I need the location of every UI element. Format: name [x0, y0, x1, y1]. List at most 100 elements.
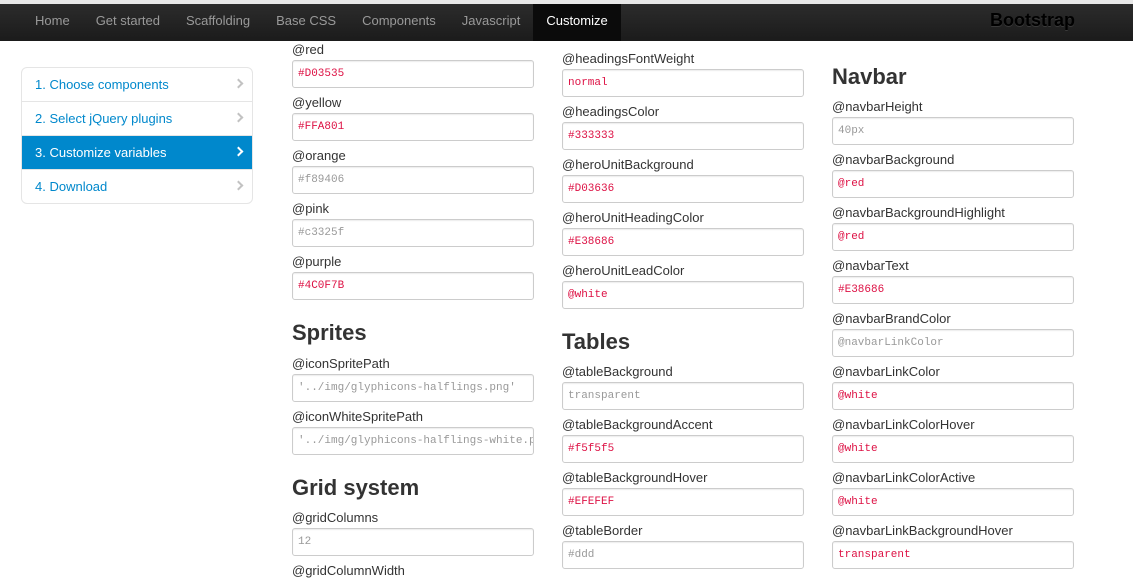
var-label: @tableBackgroundAccent: [562, 417, 713, 432]
var-input[interactable]: #D03535: [292, 60, 534, 88]
var-label: @yellow: [292, 95, 342, 110]
var-input[interactable]: 12: [292, 528, 534, 556]
var-label: @tableBackgroundHover: [562, 470, 708, 485]
var-headings-font-weight: @headingsFontWeight normal: [562, 51, 804, 97]
var-input[interactable]: @red: [832, 170, 1074, 198]
var-icon-sprite-path: @iconSpritePath '../img/glyphicons-halfl…: [292, 356, 534, 402]
var-navbar-background: @navbarBackground @red: [832, 152, 1074, 198]
var-input[interactable]: normal: [562, 69, 804, 97]
section-heading-tables: Tables: [562, 329, 631, 354]
var-input[interactable]: #D03636: [562, 175, 804, 203]
var-hero-unit-lead-color: @heroUnitLeadColor @white: [562, 263, 804, 309]
var-yellow: @yellow #FFA801: [292, 95, 534, 141]
var-label: @navbarLinkBackgroundHover: [832, 523, 1013, 538]
var-label: @navbarHeight: [832, 99, 923, 114]
main-nav: Home Get started Scaffolding Base CSS Co…: [22, 4, 621, 41]
var-input[interactable]: '../img/glyphicons-halflings.png': [292, 374, 534, 402]
chevron-right-icon: [233, 78, 244, 89]
var-label: @iconWhiteSpritePath: [292, 409, 423, 424]
var-input[interactable]: #4C0F7B: [292, 272, 534, 300]
var-label: @heroUnitBackground: [562, 157, 694, 172]
var-input[interactable]: @white: [832, 435, 1074, 463]
sidenav-select-jquery-plugins[interactable]: 2. Select jQuery plugins: [22, 101, 252, 135]
var-input[interactable]: '../img/glyphicons-halflings-white.png': [292, 427, 534, 455]
var-navbar-background-highlight: @navbarBackgroundHighlight @red: [832, 205, 1074, 251]
var-label: @navbarText: [832, 258, 909, 273]
sidenav-item-label: 2. Select jQuery plugins: [35, 111, 173, 126]
var-navbar-link-color: @navbarLinkColor @white: [832, 364, 1074, 410]
var-label: @iconSpritePath: [292, 356, 390, 371]
nav-home[interactable]: Home: [22, 4, 83, 41]
nav-get-started[interactable]: Get started: [83, 4, 173, 41]
var-navbar-height: @navbarHeight 40px: [832, 99, 1074, 145]
chevron-right-icon: [233, 146, 244, 157]
nav-scaffolding[interactable]: Scaffolding: [173, 4, 263, 41]
nav-javascript[interactable]: Javascript: [449, 4, 534, 41]
var-input[interactable]: @navbarLinkColor: [832, 329, 1074, 357]
sidenav-download[interactable]: 4. Download: [22, 169, 252, 203]
var-table-background: @tableBackground transparent: [562, 364, 804, 410]
var-label: @gridColumns: [292, 510, 379, 525]
chevron-right-icon: [233, 112, 244, 123]
var-headings-color: @headingsColor #333333: [562, 104, 804, 150]
var-input[interactable]: #ddd: [562, 541, 804, 569]
var-navbar-link-background-hover: @navbarLinkBackgroundHover transparent: [832, 523, 1074, 569]
sidenav-item-label: 1. Choose components: [35, 77, 169, 92]
chevron-right-icon: [233, 180, 244, 191]
var-table-background-accent: @tableBackgroundAccent #f5f5f5: [562, 417, 804, 463]
var-label: @orange: [292, 148, 346, 163]
var-grid-column-width: @gridColumnWidth: [292, 563, 405, 579]
var-input[interactable]: #333333: [562, 122, 804, 150]
var-label: @purple: [292, 254, 342, 269]
nav-components[interactable]: Components: [349, 4, 449, 41]
var-hero-unit-background: @heroUnitBackground #D03636: [562, 157, 804, 203]
sidenav-choose-components[interactable]: 1. Choose components: [22, 68, 252, 101]
sidenav-customize-variables[interactable]: 3. Customize variables: [22, 135, 252, 169]
top-navbar: Home Get started Scaffolding Base CSS Co…: [0, 0, 1133, 41]
var-navbar-link-color-hover: @navbarLinkColorHover @white: [832, 417, 1074, 463]
var-input[interactable]: @white: [562, 281, 804, 309]
section-heading-grid-system: Grid system: [292, 475, 420, 500]
var-input[interactable]: transparent: [562, 382, 804, 410]
var-input[interactable]: @white: [832, 382, 1074, 410]
var-hero-unit-heading-color: @heroUnitHeadingColor #E38686: [562, 210, 804, 256]
var-label: @heroUnitLeadColor: [562, 263, 685, 278]
var-orange: @orange #f89406: [292, 148, 534, 194]
var-label: @navbarBackground: [832, 152, 955, 167]
var-input[interactable]: #EFEFEF: [562, 488, 804, 516]
var-label: @heroUnitHeadingColor: [562, 210, 704, 225]
var-input[interactable]: transparent: [832, 541, 1074, 569]
var-input[interactable]: @red: [832, 223, 1074, 251]
var-input[interactable]: #f89406: [292, 166, 534, 194]
var-label: @red: [292, 42, 324, 57]
section-heading-sprites: Sprites: [292, 320, 367, 345]
var-navbar-link-color-active: @navbarLinkColorActive @white: [832, 470, 1074, 516]
brand-logo[interactable]: Bootstrap: [990, 10, 1075, 31]
var-input[interactable]: 40px: [832, 117, 1074, 145]
var-input[interactable]: #E38686: [832, 276, 1074, 304]
var-grid-columns: @gridColumns 12: [292, 510, 534, 556]
var-input[interactable]: #E38686: [562, 228, 804, 256]
var-label: @navbarLinkColorActive: [832, 470, 976, 485]
sidenav-item-label: 3. Customize variables: [35, 145, 167, 160]
nav-customize[interactable]: Customize: [533, 4, 621, 41]
var-icon-white-sprite-path: @iconWhiteSpritePath '../img/glyphicons-…: [292, 409, 534, 455]
var-input[interactable]: #c3325f: [292, 219, 534, 247]
var-input[interactable]: @white: [832, 488, 1074, 516]
var-label: @headingsColor: [562, 104, 660, 119]
var-label: @navbarLinkColor: [832, 364, 940, 379]
var-table-border: @tableBorder #ddd: [562, 523, 804, 569]
var-label: @headingsFontWeight: [562, 51, 695, 66]
var-input[interactable]: #FFA801: [292, 113, 534, 141]
var-label: @tableBackground: [562, 364, 673, 379]
var-purple: @purple #4C0F7B: [292, 254, 534, 300]
var-pink: @pink #c3325f: [292, 201, 534, 247]
var-red: @red #D03535: [292, 42, 534, 88]
var-label: @gridColumnWidth: [292, 563, 405, 578]
var-input[interactable]: #f5f5f5: [562, 435, 804, 463]
var-navbar-brand-color: @navbarBrandColor @navbarLinkColor: [832, 311, 1074, 357]
var-label: @navbarBrandColor: [832, 311, 951, 326]
var-table-background-hover: @tableBackgroundHover #EFEFEF: [562, 470, 804, 516]
var-label: @pink: [292, 201, 330, 216]
nav-base-css[interactable]: Base CSS: [263, 4, 349, 41]
